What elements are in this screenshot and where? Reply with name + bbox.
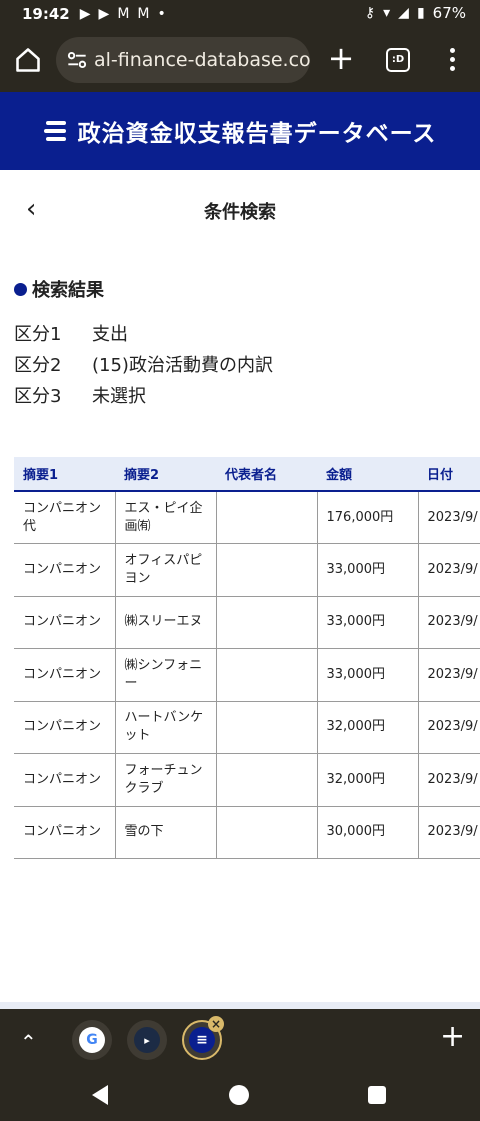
bullet-icon [14, 282, 27, 296]
column-header[interactable]: 金額 [317, 457, 418, 492]
notification-icons: ▶ ▶ M M • [80, 7, 166, 21]
results-heading-label: 検索結果 [32, 280, 104, 301]
app-icon: ▸ [134, 1027, 160, 1053]
new-tab-button[interactable]: + [326, 42, 356, 74]
tab-switcher-button[interactable]: :D [386, 48, 410, 72]
tab-google[interactable]: G [72, 1020, 112, 1060]
table-row[interactable]: コンパニオン フォーチュンクラブ 32,000円 2023/9/ [14, 753, 480, 807]
app-m-icon: M [117, 6, 130, 22]
gmail-icon: M [137, 6, 150, 22]
table-row[interactable]: コンパニオン オフィスパピヨン 33,000円 2023/9/ [14, 543, 480, 597]
url-text: al-finance-database.com [94, 49, 310, 71]
results-table: 摘要1 摘要2 代表者名 金額 日付 コンパニオン代 エス・ピイ企画㈲ 176,00… [14, 457, 480, 859]
battery-percent: 67% [432, 4, 466, 22]
add-tab-button[interactable]: + [440, 1022, 465, 1052]
table-header-row: 摘要1 摘要2 代表者名 金額 日付 [14, 457, 480, 492]
table-row[interactable]: コンパニオン ㈱シンフォニー 33,000円 2023/9/ [14, 648, 480, 702]
wifi-icon: ▾ [383, 5, 391, 21]
key-icon: ⚷ [364, 5, 376, 21]
column-header[interactable]: 摘要1 [14, 457, 115, 492]
home-icon[interactable] [14, 46, 42, 74]
browser-toolbar: al-finance-database.com + :D [0, 28, 480, 92]
tab-app[interactable]: ▸ [127, 1020, 167, 1060]
site-settings-icon[interactable] [64, 47, 90, 73]
site-title: 政治資金収支報告書データベース [77, 121, 437, 147]
column-header[interactable]: 代表者名 [216, 457, 317, 492]
google-icon: G [79, 1027, 105, 1053]
chevron-up-icon[interactable]: ⌃ [20, 1032, 38, 1052]
results-table-scroll[interactable]: 摘要1 摘要2 代表者名 金額 日付 コンパニオン代 エス・ピイ企画㈲ 176,00… [0, 457, 480, 859]
site-header[interactable]: 政治資金収支報告書データベース [0, 92, 480, 170]
tab-strip: ⌃ G ▸ ≡ × + [0, 1009, 480, 1069]
battery-icon: ▮ [416, 5, 425, 21]
database-logo-icon [43, 121, 66, 141]
dot-icon: • [157, 6, 166, 22]
criteria-row: 区分2 (15)政治活動費の内訳 [14, 355, 273, 376]
status-time: 19:42 [22, 5, 70, 23]
criteria-row: 区分1 支出 [14, 324, 128, 345]
search-criteria: 区分1 支出 区分2 (15)政治活動費の内訳 区分3 未選択 [14, 320, 273, 413]
youtube-icon: ▶ [79, 6, 91, 22]
column-header[interactable]: 摘要2 [115, 457, 216, 492]
table-row[interactable]: コンパニオン代 エス・ピイ企画㈲ 176,000円 2023/9/ [14, 490, 480, 544]
more-menu-icon[interactable] [448, 48, 456, 74]
close-tab-icon[interactable]: × [208, 1016, 224, 1032]
status-bar: 19:42 ▶ ▶ M M • ⚷ ▾ ◢ ▮ 67% [0, 0, 480, 28]
youtube-icon: ▶ [98, 6, 110, 22]
page-title: 条件検索 [204, 202, 276, 223]
nav-back-icon[interactable] [92, 1085, 108, 1105]
column-header[interactable]: 日付 [418, 457, 480, 492]
page-footer-edge [0, 1002, 480, 1009]
android-nav-bar [0, 1069, 480, 1121]
results-heading: 検索結果 [14, 276, 104, 302]
system-icons: ⚷ ▾ ◢ ▮ 67% [365, 4, 466, 22]
table-row[interactable]: コンパニオン ハートバンケット 32,000円 2023/9/ [14, 700, 480, 754]
criteria-row: 区分3 未選択 [14, 386, 146, 407]
table-row[interactable]: コンパニオン 雪の下 30,000円 2023/9/ [14, 805, 480, 859]
signal-icon: ◢ [398, 5, 409, 21]
table-row[interactable]: コンパニオン ㈱スリーエヌ 33,000円 2023/9/ [14, 595, 480, 649]
address-bar[interactable]: al-finance-database.com [56, 37, 310, 83]
nav-home-icon[interactable] [229, 1085, 249, 1105]
nav-recents-icon[interactable] [368, 1086, 386, 1104]
